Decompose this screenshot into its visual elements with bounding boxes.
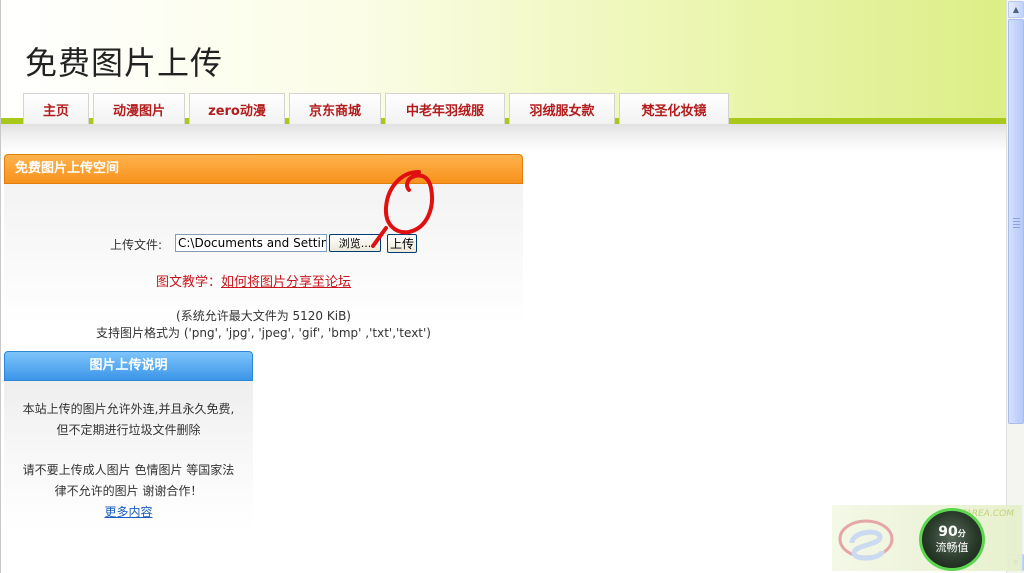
- upload-button[interactable]: 上传: [387, 234, 417, 253]
- info-text-1: 本站上传的图片允许外连,并且永久免费,但不定期进行垃圾文件删除: [22, 402, 235, 437]
- gauge-label: 流畅值: [935, 541, 969, 554]
- browse-button[interactable]: 浏览...: [329, 234, 381, 252]
- fluency-gauge: 90分 流畅值: [919, 508, 985, 571]
- watermark-logo-icon: [838, 519, 894, 561]
- upload-panel-body: 上传文件: C:\Documents and Settings 浏览... 上传…: [4, 184, 523, 340]
- more-content-link[interactable]: 更多内容: [104, 505, 152, 519]
- formats-text: 支持图片格式为 ('png', 'jpg', 'jpeg', 'gif', 'b…: [96, 326, 431, 340]
- vertical-scrollbar[interactable]: ▲ ▼: [1006, 0, 1024, 573]
- nav-tab-zero-anime[interactable]: zero动漫: [189, 93, 285, 124]
- page: 免费图片上传 主页 动漫图片 zero动漫 京东商城 中老年羽绒服 羽绒服女款 …: [0, 0, 1007, 573]
- nav-tab-anime-images[interactable]: 动漫图片: [93, 93, 185, 124]
- scroll-grip-line: [1013, 218, 1020, 219]
- scroll-thumb[interactable]: [1008, 19, 1024, 424]
- more-link-wrap: 更多内容: [4, 503, 253, 520]
- upload-panel: 免费图片上传空间 上传文件: C:\Documents and Settings…: [4, 154, 523, 340]
- site-title: 免费图片上传: [25, 44, 224, 82]
- nav-tab-makeup-mirror[interactable]: 梵圣化妆镜: [619, 93, 729, 124]
- scroll-grip-line: [1013, 221, 1020, 222]
- nav-tab-jd-mall[interactable]: 京东商城: [289, 93, 381, 124]
- nav-tab-elderly-down-jackets[interactable]: 中老年羽绒服: [385, 93, 505, 124]
- scroll-up-arrow-icon[interactable]: ▲: [1008, 1, 1024, 18]
- info-panel-title: 图片上传说明: [4, 351, 253, 381]
- tutorial-line: 图文教学：如何将图片分享至论坛: [156, 271, 351, 290]
- gauge-value: 90分: [938, 525, 965, 541]
- tutorial-prefix: 图文教学：: [156, 275, 222, 290]
- main-nav: 主页 动漫图片 zero动漫 京东商城 中老年羽绒服 羽绒服女款 梵圣化妆镜: [23, 93, 733, 124]
- tutorial-link[interactable]: 如何将图片分享至论坛: [221, 275, 351, 290]
- upload-limits: (系统允许最大文件为 5120 KiB) 支持图片格式为 ('png', 'jp…: [4, 308, 523, 342]
- upload-file-label: 上传文件:: [110, 238, 163, 252]
- file-path-input[interactable]: C:\Documents and Settings: [175, 234, 327, 252]
- scroll-grip-line: [1013, 227, 1020, 228]
- max-size-text: (系统允许最大文件为 5120 KiB): [176, 309, 351, 323]
- scroll-grip-line: [1013, 224, 1020, 225]
- info-text-2: 请不要上传成人图片 色情图片 等国家法律不允许的图片 谢谢合作！: [22, 463, 235, 498]
- nav-tab-womens-down-jackets[interactable]: 羽绒服女款: [509, 93, 615, 124]
- upload-panel-title: 免费图片上传空间: [4, 154, 523, 184]
- nav-tab-home[interactable]: 主页: [23, 93, 89, 124]
- gauge-number: 90: [938, 524, 958, 540]
- gauge-unit: 分: [957, 529, 966, 538]
